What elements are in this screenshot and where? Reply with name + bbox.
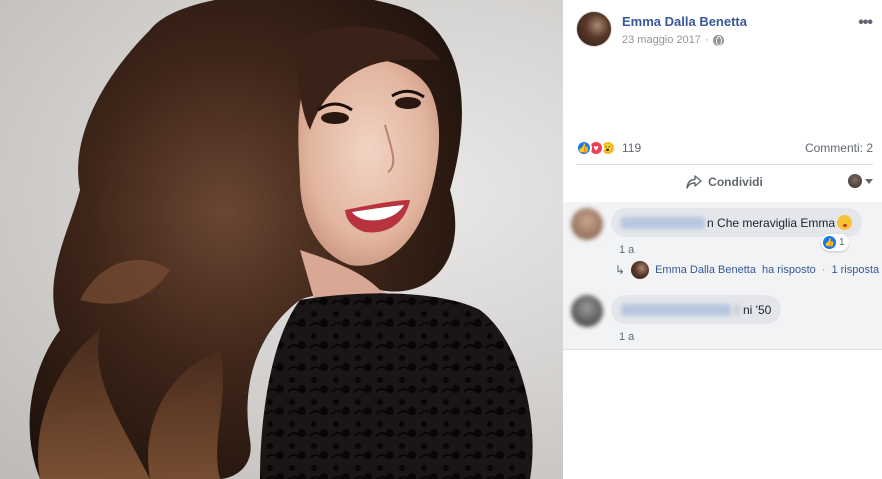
comment-bubble: n Che meraviglia Emma xyxy=(611,208,863,237)
chevron-down-icon xyxy=(865,178,873,184)
comment-time[interactable]: 1 a xyxy=(619,244,634,256)
post-photo[interactable] xyxy=(0,0,563,479)
post-header: Emma Dalla Benetta 23 maggio 2017 · ••• xyxy=(576,11,873,51)
commenter-name-redacted[interactable] xyxy=(621,303,731,316)
reply-author-avatar xyxy=(631,261,650,279)
comment-text-redacted xyxy=(733,303,741,316)
like-icon: 👍 xyxy=(823,236,836,249)
comment-bubble: ni '50 xyxy=(611,295,782,324)
kiss-emoji-icon xyxy=(837,215,853,230)
comment-like-badge[interactable]: 👍 1 xyxy=(821,234,849,251)
reply-action: ha risposto xyxy=(761,264,816,276)
share-button[interactable]: Condividi xyxy=(686,175,763,189)
comment-time[interactable]: 1 a xyxy=(619,331,634,343)
author-avatar[interactable] xyxy=(576,11,612,47)
comment-text: Che meraviglia Emma xyxy=(717,215,836,230)
commenter-avatar[interactable] xyxy=(571,208,603,240)
post-date[interactable]: 23 maggio 2017 xyxy=(622,34,701,46)
post-meta: 23 maggio 2017 · xyxy=(622,34,724,46)
comment-like-count: 1 xyxy=(839,237,845,248)
comment-item: ni '50 1 a xyxy=(571,295,871,345)
reply-link[interactable]: ↳ Emma Dalla Benetta ha risposto · 1 ris… xyxy=(615,261,879,279)
more-options-button[interactable]: ••• xyxy=(858,14,873,32)
reply-author: Emma Dalla Benetta xyxy=(655,264,756,276)
reaction-count[interactable]: 119 xyxy=(622,141,641,155)
comment-item: n Che meraviglia Emma 👍 1 1 a xyxy=(571,208,871,258)
author-name[interactable]: Emma Dalla Benetta xyxy=(622,14,747,29)
divider xyxy=(563,349,882,350)
viewer-avatar xyxy=(848,174,862,188)
comments-count[interactable]: Commenti: 2 xyxy=(805,141,873,155)
comment-text: ni '50 xyxy=(743,302,772,317)
reply-arrow-icon: ↳ xyxy=(615,263,626,277)
reply-count: 1 risposta xyxy=(831,264,880,276)
comments-section: n Che meraviglia Emma 👍 1 1 a ↳ Emma Dal… xyxy=(563,202,882,350)
viewer-identity-select[interactable] xyxy=(848,174,873,188)
reactions-summary: 👍 ♥ 😮 119 Commenti: 2 xyxy=(576,138,873,158)
commenter-avatar[interactable] xyxy=(571,295,603,327)
meta-separator: · xyxy=(704,34,709,46)
post-panel: Emma Dalla Benetta 23 maggio 2017 · ••• … xyxy=(563,0,882,479)
like-icon[interactable]: 👍 xyxy=(576,140,592,156)
action-bar: Condividi xyxy=(576,165,873,199)
share-icon xyxy=(686,175,702,189)
globe-icon[interactable] xyxy=(712,34,724,46)
portrait-image xyxy=(29,0,533,479)
commenter-name-tail: n xyxy=(707,215,714,230)
share-label: Condividi xyxy=(708,175,763,189)
commenter-name-redacted[interactable] xyxy=(621,216,705,229)
reply-separator: · xyxy=(821,264,826,276)
